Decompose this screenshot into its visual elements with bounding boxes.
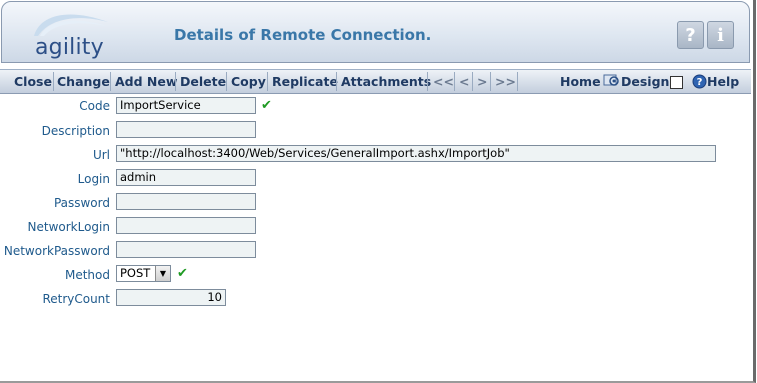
- close-button[interactable]: Close: [14, 70, 52, 93]
- password-label: Password: [53, 196, 110, 210]
- help-question-icon[interactable]: ?: [677, 21, 704, 49]
- replicate-button[interactable]: Replicate: [272, 70, 338, 93]
- retry-count-label: RetryCount: [42, 292, 110, 306]
- url-field[interactable]: "http://localhost:3400/Web/Services/Gene…: [116, 145, 716, 162]
- first-record-button[interactable]: <<: [433, 70, 454, 93]
- description-label: Description: [41, 124, 110, 138]
- header-bar: agility Details of Remote Connection. ? …: [1, 1, 750, 63]
- method-select-value: POST: [120, 266, 151, 280]
- description-field[interactable]: [116, 121, 256, 138]
- toolbar-divider: [454, 72, 455, 91]
- network-login-field[interactable]: [116, 217, 256, 234]
- page-title: Details of Remote Connection.: [174, 26, 432, 44]
- attachments-button[interactable]: Attachments: [341, 70, 431, 93]
- toolbar-divider: [267, 72, 268, 91]
- copy-button[interactable]: Copy: [231, 70, 266, 93]
- login-field[interactable]: admin: [116, 169, 256, 186]
- toolbar-divider: [175, 72, 176, 91]
- url-label: Url: [92, 148, 110, 162]
- toolbar-divider: [110, 72, 111, 91]
- design-label[interactable]: Design: [621, 70, 669, 93]
- toolbar-divider: [490, 72, 491, 91]
- next-record-button[interactable]: >: [477, 70, 487, 93]
- toolbar-divider: [226, 72, 227, 91]
- delete-button[interactable]: Delete: [180, 70, 226, 93]
- help-icon[interactable]: ?: [692, 74, 707, 89]
- change-button[interactable]: Change: [57, 70, 110, 93]
- previous-record-button[interactable]: <: [459, 70, 469, 93]
- password-field[interactable]: [116, 193, 256, 210]
- svg-text:?: ?: [697, 77, 703, 88]
- toolbar-divider: [336, 72, 337, 91]
- network-password-field[interactable]: [116, 241, 256, 258]
- add-new-button[interactable]: Add New: [115, 70, 177, 93]
- network-password-label: NetworkPassword: [3, 244, 110, 258]
- method-valid-check-icon: ✔: [177, 266, 188, 281]
- network-login-label: NetworkLogin: [27, 220, 110, 234]
- logo-text: agility: [35, 35, 104, 60]
- last-record-button[interactable]: >>: [495, 70, 516, 93]
- info-icon[interactable]: i: [707, 21, 734, 49]
- code-valid-check-icon: ✔: [261, 98, 272, 113]
- code-label: Code: [79, 99, 110, 113]
- retry-count-field[interactable]: 10: [116, 289, 226, 306]
- method-select[interactable]: POST ▼: [116, 265, 171, 282]
- toolbar-divider: [472, 72, 473, 91]
- toolbar-divider: [427, 72, 428, 91]
- help-link[interactable]: Help: [707, 70, 739, 93]
- toolbar-divider: [53, 72, 54, 91]
- design-checkbox[interactable]: [670, 76, 683, 89]
- design-icon[interactable]: [603, 72, 621, 90]
- home-link[interactable]: Home: [560, 70, 601, 93]
- login-label: Login: [77, 172, 110, 186]
- toolbar: Close Change Add New Delete Copy Replica…: [0, 69, 751, 94]
- code-field[interactable]: ImportService: [116, 97, 256, 114]
- method-label: Method: [64, 268, 110, 282]
- chevron-down-icon[interactable]: ▼: [155, 266, 170, 281]
- toolbar-divider: [517, 72, 518, 91]
- app-window: agility Details of Remote Connection. ? …: [0, 0, 756, 383]
